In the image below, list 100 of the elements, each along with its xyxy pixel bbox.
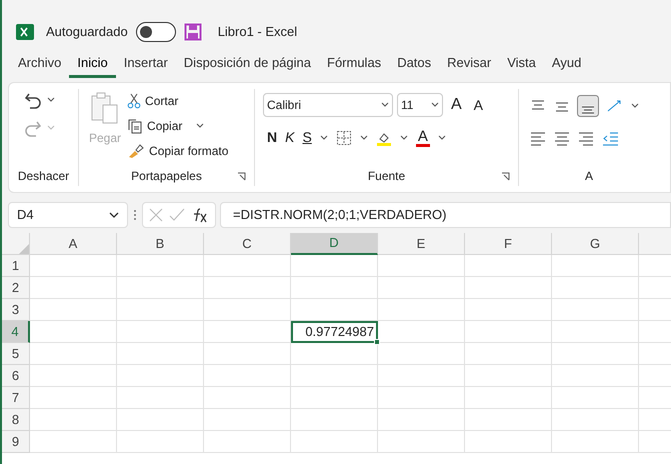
row-header[interactable]: 9 [2,431,30,453]
ribbon-tab[interactable]: Datos [389,52,440,78]
row-header[interactable]: 8 [2,409,30,431]
row-header[interactable]: 5 [2,343,30,365]
undo-icon[interactable] [23,91,43,109]
fill-handle[interactable] [374,339,380,345]
table-cell[interactable] [291,387,378,409]
dialog-launcher-icon[interactable] [501,172,510,180]
align-bottom-icon[interactable] [577,95,599,117]
caret-icon[interactable] [47,97,55,103]
column-header[interactable]: D [291,233,378,255]
redo-icon[interactable] [23,119,43,137]
autosave-toggle[interactable] [136,22,176,42]
ribbon-tab[interactable]: Fórmulas [319,52,390,78]
column-header[interactable]: F [465,233,552,255]
table-cell[interactable] [465,365,552,387]
caret-icon[interactable] [320,134,328,140]
column-header[interactable]: G [552,233,639,255]
table-cell[interactable] [378,277,465,299]
ribbon-tab[interactable]: Inicio [69,52,116,78]
insert-function-icon[interactable] [191,207,209,223]
table-cell[interactable] [117,321,204,343]
table-cell[interactable] [204,365,291,387]
font-name-field[interactable]: Calibri [263,93,393,117]
selected-cell[interactable]: 0.97724987 [291,321,378,343]
table-cell[interactable] [30,431,117,453]
table-cell[interactable] [204,299,291,321]
table-cell[interactable] [552,409,639,431]
ribbon-tab[interactable]: Ayud [544,52,590,78]
column-header[interactable]: C [204,233,291,255]
table-cell[interactable] [291,299,378,321]
table-cell[interactable] [291,277,378,299]
underline-button[interactable]: S [302,127,312,148]
row-header[interactable]: 3 [2,299,30,321]
table-cell[interactable] [291,255,378,277]
increase-font-button[interactable]: A [447,93,466,117]
row-header[interactable]: 6 [2,365,30,387]
table-cell[interactable] [465,277,552,299]
cut-button[interactable]: Cortar [127,91,228,111]
table-cell[interactable] [204,277,291,299]
column-header[interactable] [639,233,671,255]
caret-icon[interactable] [360,134,368,140]
table-cell[interactable] [117,387,204,409]
table-cell[interactable] [552,255,639,277]
table-cell[interactable] [117,255,204,277]
table-cell[interactable] [378,255,465,277]
table-cell[interactable] [30,343,117,365]
table-cell[interactable] [291,409,378,431]
caret-icon[interactable] [196,123,204,129]
table-cell[interactable] [30,409,117,431]
column-header[interactable]: B [117,233,204,255]
column-header[interactable]: A [30,233,117,255]
table-cell[interactable] [30,365,117,387]
table-cell[interactable] [291,365,378,387]
table-cell[interactable] [204,255,291,277]
table-cell[interactable] [117,299,204,321]
column-header[interactable]: E [378,233,465,255]
font-color-button[interactable]: A [416,128,430,146]
table-cell[interactable] [378,343,465,365]
italic-button[interactable]: K [285,127,294,148]
table-cell[interactable] [117,409,204,431]
table-cell[interactable] [378,387,465,409]
table-cell[interactable] [378,431,465,453]
bold-button[interactable]: N [267,127,278,148]
ribbon-tab[interactable]: Insertar [116,52,176,78]
table-cell[interactable] [117,431,204,453]
table-cell[interactable] [552,431,639,453]
select-all-corner[interactable] [2,233,30,255]
table-cell[interactable] [30,255,117,277]
table-cell[interactable] [291,431,378,453]
enter-icon[interactable] [169,208,185,222]
table-cell[interactable] [465,387,552,409]
dialog-launcher-icon[interactable] [237,172,246,180]
triangle-icon[interactable] [17,242,29,254]
table-cell[interactable] [465,321,552,343]
copy-button[interactable]: Copiar [127,116,228,136]
format-painter-button[interactable]: Copiar formato [127,141,228,161]
ribbon-tab[interactable]: Disposición de página [176,52,319,78]
table-cell[interactable] [552,365,639,387]
ribbon-tab[interactable]: Vista [499,52,544,78]
table-cell[interactable] [552,321,639,343]
ribbon-tab[interactable]: Revisar [439,52,500,78]
table-cell[interactable] [204,343,291,365]
table-cell[interactable] [117,343,204,365]
caret-icon[interactable] [400,134,408,140]
save-icon[interactable] [184,23,202,41]
table-cell[interactable] [204,431,291,453]
table-cell[interactable] [378,321,465,343]
table-cell[interactable] [204,387,291,409]
row-header[interactable]: 4 [2,321,30,343]
more-options-icon[interactable] [132,209,138,221]
table-cell[interactable] [465,431,552,453]
table-cell[interactable] [465,343,552,365]
table-cell[interactable] [378,409,465,431]
table-cell[interactable] [552,387,639,409]
table-cell[interactable] [465,299,552,321]
row-header[interactable]: 2 [2,277,30,299]
name-box[interactable]: D4 [8,202,128,228]
borders-icon[interactable] [336,130,352,146]
table-cell[interactable] [465,409,552,431]
